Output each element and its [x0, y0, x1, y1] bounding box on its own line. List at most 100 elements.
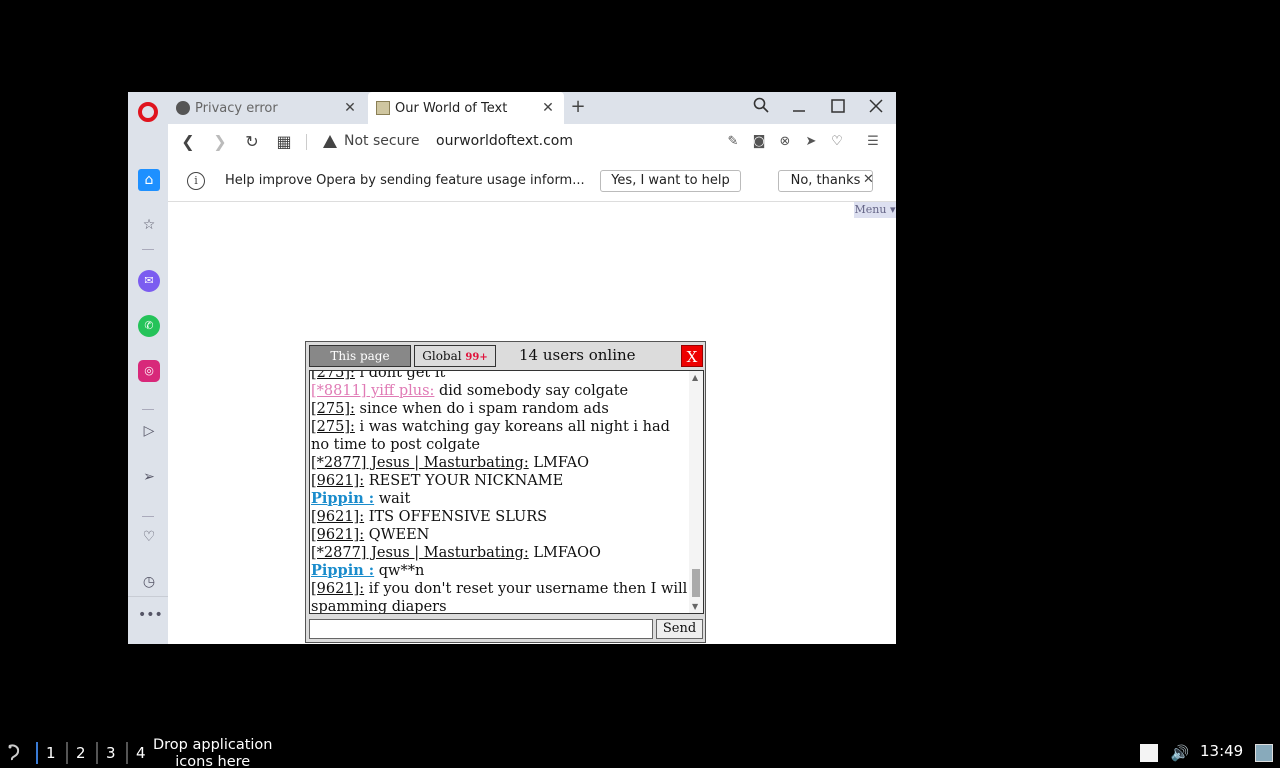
toolbar-divider: [306, 134, 307, 150]
sidebar-divider: [142, 409, 154, 410]
back-button[interactable]: ❮: [177, 131, 199, 153]
home-icon[interactable]: ⌂: [138, 169, 160, 191]
chat-message-text: did somebody say colgate: [434, 383, 629, 399]
camera-icon[interactable]: ◙: [750, 133, 768, 151]
messenger-icon[interactable]: ✉: [138, 270, 160, 292]
users-online-count: 14 users online: [519, 346, 636, 364]
new-tab-button[interactable]: +: [568, 96, 588, 120]
chat-nickname[interactable]: [*2877] Jesus | Masturbating:: [311, 455, 529, 471]
chat-nickname[interactable]: [275]:: [311, 401, 355, 417]
easy-setup-icon[interactable]: ☰: [864, 133, 882, 151]
tab-close-icon[interactable]: ✕: [340, 100, 360, 116]
chat-message-text: ITS OFFENSIVE SLURS: [364, 509, 548, 525]
decline-button[interactable]: No, thanks: [778, 170, 873, 192]
flow-send-icon[interactable]: ➢: [138, 466, 160, 488]
send-icon[interactable]: ➤: [802, 133, 820, 151]
chat-nickname[interactable]: [9621]:: [311, 473, 364, 489]
infobar-close-icon[interactable]: ✕: [863, 172, 874, 187]
accept-help-button[interactable]: Yes, I want to help: [600, 170, 741, 192]
favorites-heart-icon[interactable]: ♡: [138, 526, 160, 548]
tab-grid-button[interactable]: ▦: [273, 131, 295, 153]
volume-icon[interactable]: 🔊: [1170, 744, 1190, 762]
start-menu-icon[interactable]: [6, 743, 24, 763]
heart-icon[interactable]: ♡: [828, 133, 846, 151]
scroll-thumb[interactable]: [692, 569, 700, 597]
instagram-icon[interactable]: ◎: [138, 360, 160, 382]
adblock-icon[interactable]: ⊗: [776, 133, 794, 151]
forward-button[interactable]: ❯: [209, 131, 231, 153]
tab-title: Our World of Text: [395, 100, 508, 116]
more-icon[interactable]: •••: [138, 604, 163, 626]
chat-message: [275]: i was watching gay koreans all ni…: [310, 418, 688, 454]
drop-hint-line1: Drop application: [153, 737, 273, 753]
owot-menu-button[interactable]: Menu ▾: [854, 202, 896, 218]
workspace-2[interactable]: 2: [66, 742, 86, 764]
info-icon: i: [187, 172, 205, 190]
chat-nickname[interactable]: [*8811] yiff plus:: [311, 383, 434, 399]
chat-close-button[interactable]: X: [681, 345, 703, 367]
tab-this-page[interactable]: This page: [309, 345, 411, 367]
edit-icon[interactable]: ✎: [724, 133, 742, 151]
send-button[interactable]: Send: [656, 619, 703, 639]
sidebar-divider: [142, 516, 154, 517]
chat-scrollbar[interactable]: ▲ ▼: [689, 371, 703, 613]
global-unread-badge: 99+: [465, 352, 488, 363]
chat-message: [9621]: ITS OFFENSIVE SLURS: [310, 508, 688, 526]
chat-message: [*8811] yiff plus: did somebody say colg…: [310, 382, 688, 400]
reload-button[interactable]: ↻: [241, 131, 263, 153]
chat-message: [9621]: if you don't reset your username…: [310, 580, 688, 613]
chat-log[interactable]: [275]: i dont get it [*8811] yiff plus: d…: [309, 370, 704, 614]
player-icon[interactable]: ▷: [138, 420, 160, 442]
sidebar: ⌂ ☆ ✉ ✆ ◎ ▷ ➢ ♡ ◷ •••: [128, 124, 168, 644]
warning-icon[interactable]: [323, 135, 337, 148]
tab-bar: Privacy error ✕ Our World of Text ✕ +: [128, 92, 896, 124]
tab-close-icon[interactable]: ✕: [538, 100, 558, 116]
message-list: [275]: i dont get it [*8811] yiff plus: d…: [310, 370, 688, 613]
history-icon[interactable]: ◷: [138, 571, 160, 593]
workspace-4[interactable]: 4: [126, 742, 146, 764]
tab-our-world-of-text[interactable]: Our World of Text ✕: [368, 92, 564, 124]
minimize-icon[interactable]: [788, 97, 810, 119]
chat-nickname[interactable]: [9621]:: [311, 527, 364, 543]
chat-message: [*2877] Jesus | Masturbating: LMFAOO: [310, 544, 688, 562]
address-bar[interactable]: ourworldoftext.com: [436, 133, 573, 149]
page-content: Menu ▾ This page Global 99+ 14 users onl…: [168, 202, 896, 644]
tab-privacy-error[interactable]: Privacy error ✕: [168, 92, 366, 124]
chat-nickname[interactable]: [9621]:: [311, 581, 364, 597]
scroll-up-icon[interactable]: ▲: [692, 373, 698, 382]
bookmarks-icon[interactable]: ☆: [138, 214, 160, 236]
clock[interactable]: 13:49: [1200, 742, 1243, 760]
address-toolbar: ❮ ❯ ↻ ▦ Not secure ourworldoftext.com ✎ …: [168, 124, 896, 160]
chat-input[interactable]: [309, 619, 653, 639]
scroll-down-icon[interactable]: ▼: [692, 602, 698, 611]
network-tray-icon[interactable]: [1255, 744, 1273, 762]
chat-message-text: qw**n: [374, 563, 425, 579]
chat-nickname[interactable]: [*2877] Jesus | Masturbating:: [311, 545, 529, 561]
workspace-3[interactable]: 3: [96, 742, 116, 764]
chat-message-text: i was watching gay koreans all night i h…: [311, 419, 670, 453]
security-indicator[interactable]: Not secure: [344, 133, 420, 149]
chat-nickname[interactable]: [9621]:: [311, 509, 364, 525]
chat-message-text: wait: [374, 491, 411, 507]
chat-window: This page Global 99+ 14 users online X […: [305, 341, 706, 643]
chat-message-text: LMFAO: [528, 455, 589, 471]
close-window-icon[interactable]: [865, 97, 887, 119]
opera-logo-icon[interactable]: [138, 102, 158, 122]
tab-global-label: Global: [422, 349, 462, 363]
taskbar: 1 2 3 4 Drop application icons here 🔊 13…: [0, 737, 1280, 768]
chat-nickname[interactable]: [275]:: [311, 419, 355, 435]
whatsapp-icon[interactable]: ✆: [138, 315, 160, 337]
tab-global[interactable]: Global 99+: [414, 345, 496, 367]
chat-nickname[interactable]: [275]:: [311, 371, 355, 381]
chat-message: [9621]: RESET YOUR NICKNAME: [310, 472, 688, 490]
owot-favicon-icon: [376, 101, 390, 115]
notes-tray-icon[interactable]: [1140, 744, 1158, 762]
search-tabs-icon[interactable]: [750, 97, 772, 119]
workspace-1[interactable]: 1: [36, 742, 56, 764]
chat-message-text: i dont get it: [354, 370, 446, 381]
chat-nickname[interactable]: Pippin :: [311, 490, 374, 507]
maximize-icon[interactable]: [827, 97, 849, 119]
chat-message: Pippin : wait: [310, 490, 688, 508]
opera-infobar: i Help improve Opera by sending feature …: [168, 160, 896, 202]
chat-nickname[interactable]: Pippin :: [311, 562, 374, 579]
